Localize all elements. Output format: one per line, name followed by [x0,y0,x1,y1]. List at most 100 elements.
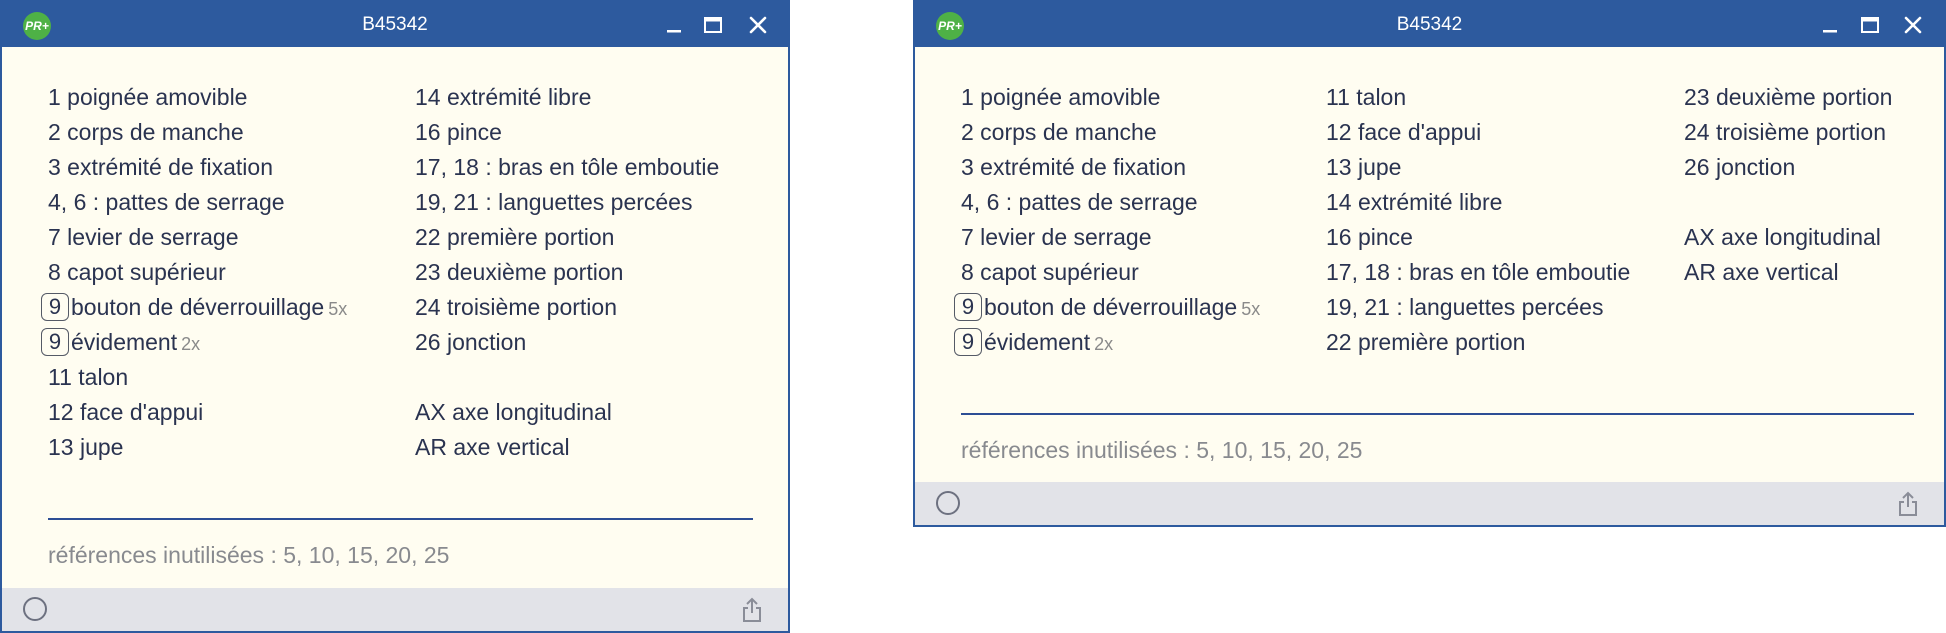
reference-label: AX axe longitudinal [415,399,612,425]
minimize-icon [667,30,681,33]
reference-label: 11 talon [1326,84,1407,110]
reference-window-2: PR+ B45342 1 poignée amovible 2 corps de … [913,0,1946,527]
reference-number-badge: 9 [954,292,982,321]
title-bar[interactable]: PR+ B45342 [2,2,788,47]
reference-label: 12 face d'appui [48,399,204,425]
reference-item: 9 évidement 2x [41,325,347,360]
reference-item: 16 pince [1326,220,1630,255]
maximize-icon [704,17,722,33]
divider [961,413,1914,415]
minimize-button[interactable] [659,10,689,40]
reference-item: 13 jupe [1326,150,1630,185]
reference-item: 4, 6 : pattes de serrage [961,185,1260,220]
reference-item: 19, 21 : languettes percées [1326,290,1630,325]
reference-item: 13 jupe [48,430,347,465]
reference-item: 23 deuxième portion [1684,80,1892,115]
close-icon [749,16,767,34]
reference-label: 19, 21 : languettes percées [415,189,693,215]
reference-label: 22 première portion [1326,329,1526,355]
reference-label: bouton de déverrouillage [984,294,1238,320]
reference-item: 19, 21 : languettes percées [415,185,719,220]
reference-label: 16 pince [1326,224,1413,250]
reference-item: 14 extrémité libre [1326,185,1630,220]
circle-icon[interactable] [936,491,960,515]
reference-label: évidement [71,329,178,355]
reference-item: 1 poignée amovible [48,80,347,115]
reference-item: 8 capot supérieur [961,255,1260,290]
reference-item: 24 troisième portion [1684,115,1892,150]
reference-item: 24 troisième portion [415,290,719,325]
reference-number-badge: 9 [954,327,982,356]
reference-label: 13 jupe [48,434,124,460]
maximize-button[interactable] [1855,10,1885,40]
multiplicity-label: 2x [1094,334,1114,354]
minimize-button[interactable] [1815,10,1845,40]
share-icon[interactable] [740,596,764,623]
reference-item: 4, 6 : pattes de serrage [48,185,347,220]
reference-item: 26 jonction [1684,150,1892,185]
reference-column: 23 deuxième portion 24 troisième portion 2… [1684,80,1892,290]
reference-label: 17, 18 : bras en tôle emboutie [1326,259,1631,285]
reference-label: 3 extrémité de fixation [961,154,1187,180]
reference-label: 2 corps de manche [48,119,244,145]
reference-label: 7 levier de serrage [961,224,1152,250]
reference-label: 24 troisième portion [1684,119,1886,145]
reference-item: 1 poignée amovible [961,80,1260,115]
reference-item: 17, 18 : bras en tôle emboutie [1326,255,1630,290]
reference-label: 4, 6 : pattes de serrage [961,189,1198,215]
reference-item: 11 talon [48,360,347,395]
reference-item: 14 extrémité libre [415,80,719,115]
reference-label: AR axe vertical [415,434,570,460]
footer-bar [915,482,1944,525]
reference-column: 1 poignée amovible 2 corps de manche 3 ext… [41,80,347,465]
title-bar[interactable]: PR+ B45342 [915,2,1944,47]
reference-label: 7 levier de serrage [48,224,239,250]
close-button[interactable] [1898,10,1928,40]
reference-label: 26 jonction [1684,154,1796,180]
footer-bar [2,588,788,631]
reference-column: 14 extrémité libre 16 pince 17, 18 : bras … [415,80,719,465]
reference-label: 8 capot supérieur [48,259,226,285]
reference-label: bouton de déverrouillage [71,294,325,320]
reference-label: 16 pince [415,119,502,145]
reference-item: 2 corps de manche [48,115,347,150]
reference-label: 4, 6 : pattes de serrage [48,189,285,215]
reference-number-badge: 9 [41,327,69,356]
reference-label: 2 corps de manche [961,119,1157,145]
reference-label: 22 première portion [415,224,615,250]
unused-references: références inutilisées : 5, 10, 15, 20, … [48,542,450,568]
reference-label: AX axe longitudinal [1684,224,1881,250]
reference-item: AR axe vertical [415,430,719,465]
reference-label: 17, 18 : bras en tôle emboutie [415,154,720,180]
reference-item: 9 bouton de déverrouillage 5x [954,290,1261,325]
reference-item: 26 jonction [415,325,719,360]
circle-icon[interactable] [23,597,47,621]
window-title: B45342 [1396,14,1463,35]
unused-references: références inutilisées : 5, 10, 15, 20, … [961,437,1363,463]
reference-label: 8 capot supérieur [961,259,1139,285]
reference-item: AX axe longitudinal [415,395,719,430]
reference-item: 12 face d'appui [1326,115,1630,150]
reference-item: 17, 18 : bras en tôle emboutie [415,150,719,185]
close-button[interactable] [743,10,773,40]
reference-item: 9 bouton de déverrouillage 5x [41,290,347,325]
reference-label: 1 poignée amovible [961,84,1161,110]
minimize-icon [1823,30,1837,33]
reference-item [1684,185,1892,220]
reference-item: 11 talon [1326,80,1630,115]
reference-item: AX axe longitudinal [1684,220,1892,255]
reference-label: 14 extrémité libre [1326,189,1503,215]
reference-label: 24 troisième portion [415,294,617,320]
divider [48,518,753,520]
close-icon [1904,16,1922,34]
reference-item: 22 première portion [415,220,719,255]
multiplicity-label: 2x [181,334,201,354]
maximize-icon [1861,17,1879,33]
maximize-button[interactable] [698,10,728,40]
reference-item: 9 évidement 2x [954,325,1260,360]
multiplicity-label: 5x [1241,299,1261,319]
share-icon[interactable] [1896,490,1920,517]
reference-window-1: PR+ B45342 1 poignée amovible 2 corps de … [0,0,790,633]
reference-item: 2 corps de manche [961,115,1260,150]
reference-label: 12 face d'appui [1326,119,1482,145]
